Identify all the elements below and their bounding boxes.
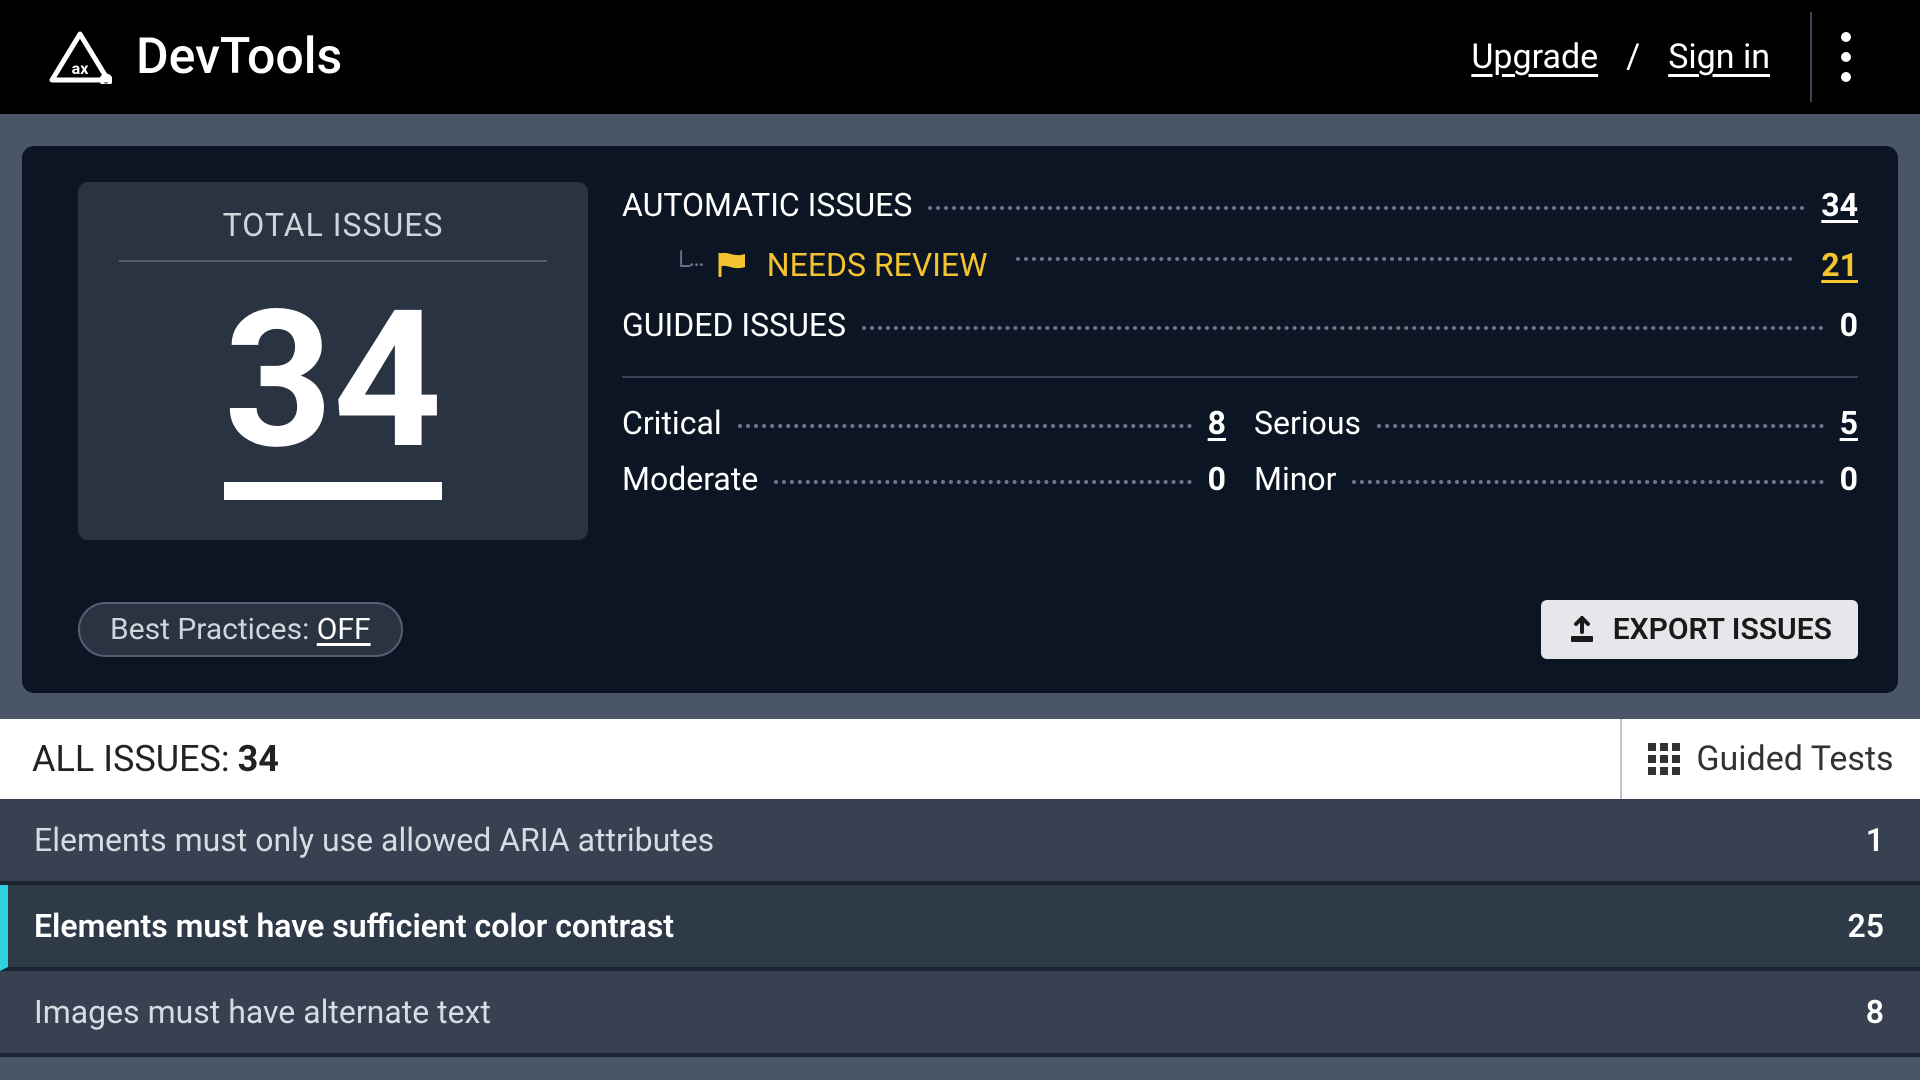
best-practices-toggle[interactable]: Best Practices: OFF bbox=[78, 602, 403, 657]
severity-critical-label: Critical bbox=[622, 404, 722, 442]
all-issues-prefix: ALL ISSUES: bbox=[32, 738, 230, 780]
header-right: Upgrade / Sign in bbox=[1471, 12, 1880, 102]
automatic-issues-row[interactable]: AUTOMATIC ISSUES 34 bbox=[622, 186, 1858, 224]
summary-panel: TOTAL ISSUES 34 AUTOMATIC ISSUES 34 └···… bbox=[22, 146, 1898, 693]
severity-serious-value: 5 bbox=[1840, 404, 1858, 442]
severity-serious-label: Serious bbox=[1254, 404, 1361, 442]
export-issues-label: EXPORT ISSUES bbox=[1613, 612, 1832, 647]
app-title: DevTools bbox=[136, 28, 342, 86]
dotted-leader bbox=[1016, 257, 1794, 261]
automatic-issues-value: 34 bbox=[1821, 186, 1858, 224]
severity-moderate-value: 0 bbox=[1208, 460, 1226, 498]
svg-text:ax: ax bbox=[72, 59, 90, 78]
dotted-leader bbox=[1377, 424, 1824, 428]
total-issues-value[interactable]: 34 bbox=[224, 286, 442, 500]
upgrade-link[interactable]: Upgrade bbox=[1471, 37, 1598, 77]
brand: ax DevTools bbox=[48, 28, 342, 86]
summary-grid: TOTAL ISSUES 34 AUTOMATIC ISSUES 34 └···… bbox=[78, 182, 1858, 540]
grid-icon bbox=[1648, 743, 1680, 775]
severity-critical-row[interactable]: Critical 8 bbox=[622, 404, 1226, 442]
issue-count: 8 bbox=[1866, 993, 1884, 1031]
dotted-leader bbox=[774, 480, 1191, 484]
severity-col-left: Critical 8 Moderate 0 bbox=[622, 404, 1226, 498]
issue-title: Images must have alternate text bbox=[34, 993, 491, 1031]
severity-minor-label: Minor bbox=[1254, 460, 1336, 498]
needs-review-row[interactable]: └··· NEEDS REVIEW 21 bbox=[622, 246, 1858, 284]
guided-issues-label: GUIDED ISSUES bbox=[622, 306, 846, 344]
automatic-issues-label: AUTOMATIC ISSUES bbox=[622, 186, 912, 224]
header-links: Upgrade / Sign in bbox=[1471, 37, 1770, 77]
all-issues-bar: ALL ISSUES: 34 Guided Tests bbox=[0, 719, 1920, 799]
severity-serious-row[interactable]: Serious 5 bbox=[1254, 404, 1858, 442]
severity-moderate-label: Moderate bbox=[622, 460, 758, 498]
flag-icon bbox=[717, 251, 749, 279]
guided-issues-value: 0 bbox=[1840, 306, 1858, 344]
header-bar: ax DevTools Upgrade / Sign in bbox=[0, 0, 1920, 120]
export-issues-button[interactable]: EXPORT ISSUES bbox=[1541, 600, 1858, 659]
guided-issues-row[interactable]: GUIDED ISSUES 0 bbox=[622, 306, 1858, 344]
total-issues-card: TOTAL ISSUES 34 bbox=[78, 182, 588, 540]
axe-logo-icon: ax bbox=[48, 30, 112, 84]
all-issues-tab[interactable]: ALL ISSUES: 34 bbox=[0, 719, 1620, 799]
link-separator: / bbox=[1626, 37, 1640, 77]
dotted-leader bbox=[862, 326, 1824, 330]
needs-review-label: NEEDS REVIEW bbox=[767, 246, 988, 284]
upload-icon bbox=[1567, 616, 1597, 644]
dotted-leader bbox=[928, 206, 1805, 210]
issue-row[interactable]: Elements must have sufficient color cont… bbox=[0, 885, 1920, 971]
dotted-leader bbox=[738, 424, 1192, 428]
severity-divider bbox=[622, 376, 1858, 378]
best-practices-label: Best Practices: bbox=[110, 612, 317, 647]
guided-tests-label: Guided Tests bbox=[1696, 739, 1893, 779]
severity-moderate-row[interactable]: Moderate 0 bbox=[622, 460, 1226, 498]
issue-row[interactable]: Elements must only use allowed ARIA attr… bbox=[0, 799, 1920, 885]
severity-grid: Critical 8 Moderate 0 Serious 5 bbox=[622, 404, 1858, 498]
issue-title: Elements must only use allowed ARIA attr… bbox=[34, 821, 714, 859]
stats-column: AUTOMATIC ISSUES 34 └··· NEEDS REVIEW 21… bbox=[622, 182, 1858, 540]
tree-branch-icon: └··· bbox=[672, 250, 703, 281]
severity-minor-value: 0 bbox=[1840, 460, 1858, 498]
severity-critical-value: 8 bbox=[1208, 404, 1226, 442]
guided-tests-tab[interactable]: Guided Tests bbox=[1620, 719, 1920, 799]
needs-review-value: 21 bbox=[1821, 246, 1858, 284]
total-issues-label: TOTAL ISSUES bbox=[119, 206, 547, 262]
issue-title: Elements must have sufficient color cont… bbox=[34, 907, 674, 945]
all-issues-count: 34 bbox=[238, 738, 279, 780]
issue-row[interactable]: Images must have alternate text 8 bbox=[0, 971, 1920, 1057]
severity-minor-row[interactable]: Minor 0 bbox=[1254, 460, 1858, 498]
kebab-menu-icon[interactable] bbox=[1810, 12, 1880, 102]
signin-link[interactable]: Sign in bbox=[1668, 37, 1770, 77]
panel-footer: Best Practices: OFF EXPORT ISSUES bbox=[78, 600, 1858, 659]
issue-count: 25 bbox=[1847, 907, 1884, 945]
best-practices-state: OFF bbox=[317, 612, 371, 647]
issues-list: Elements must only use allowed ARIA attr… bbox=[0, 799, 1920, 1057]
severity-col-right: Serious 5 Minor 0 bbox=[1254, 404, 1858, 498]
issue-count: 1 bbox=[1866, 821, 1884, 859]
dotted-leader bbox=[1352, 480, 1823, 484]
